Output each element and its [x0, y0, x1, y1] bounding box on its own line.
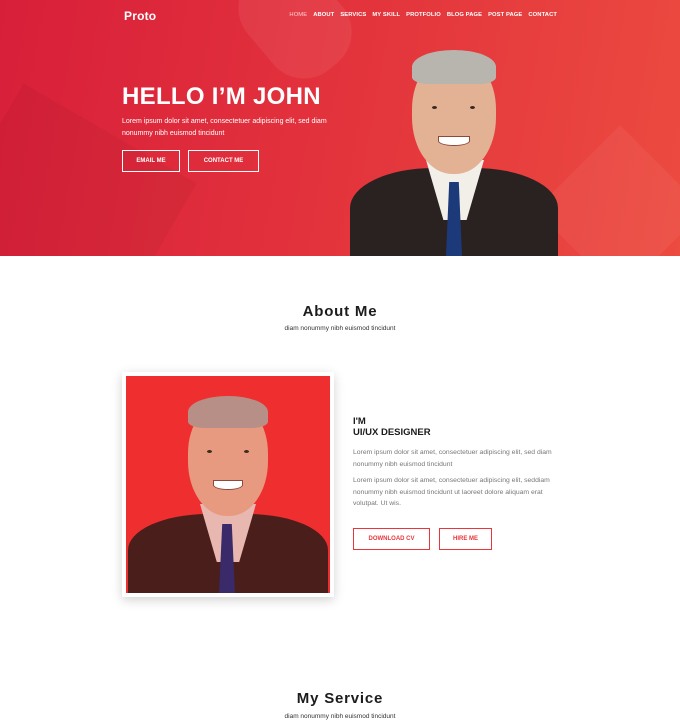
- designer-heading-line1: I'M: [353, 416, 366, 427]
- main-nav: HOME ABOUT SERVICS MY SKILL PROTFOLIO BL…: [289, 12, 557, 18]
- hero-title: HELLO I’M JOHN: [122, 83, 321, 110]
- about-subtitle: diam nonummy nibh euismod tincidunt: [284, 325, 396, 332]
- about-paragraph-1: Lorem ipsum dolor sit amet, consectetuer…: [353, 449, 552, 468]
- designer-heading: I'M UI/UX DESIGNER: [353, 416, 431, 438]
- nav-item-about[interactable]: ABOUT: [313, 12, 334, 18]
- about-photo-frame: [122, 372, 334, 597]
- nav-item-my-skill[interactable]: MY SKILL: [372, 12, 400, 18]
- nav-item-portfolio[interactable]: PROTFOLIO: [406, 12, 441, 18]
- nav-item-blog-page[interactable]: BLOG PAGE: [447, 12, 482, 18]
- contact-me-button[interactable]: CONTACT ME: [188, 150, 259, 172]
- download-cv-button[interactable]: DOWNLOAD CV: [353, 528, 430, 550]
- service-subtitle: diam nonummy nibh euismod tincidunt: [284, 713, 396, 720]
- site-logo[interactable]: Proto: [124, 9, 156, 23]
- service-title: My Service: [296, 690, 384, 707]
- hire-me-button[interactable]: HIRE ME: [439, 528, 492, 550]
- hero-section: Proto HOME ABOUT SERVICS MY SKILL PROTFO…: [0, 0, 680, 256]
- nav-item-services[interactable]: SERVICS: [340, 12, 366, 18]
- hero-text: Lorem ipsum dolor sit amet, consectetuer…: [122, 118, 327, 137]
- nav-item-post-page[interactable]: POST PAGE: [488, 12, 522, 18]
- nav-item-home[interactable]: HOME: [289, 12, 307, 18]
- designer-heading-line2: UI/UX DESIGNER: [353, 427, 431, 438]
- about-photo: [126, 376, 330, 593]
- about-paragraph-2: Lorem ipsum dolor sit amet, consectetuer…: [353, 477, 550, 507]
- nav-item-contact[interactable]: CONTACT: [528, 12, 557, 18]
- about-title: About Me: [302, 303, 378, 320]
- hero-portrait-image: [348, 50, 560, 256]
- email-me-button[interactable]: EMAIL ME: [122, 150, 180, 172]
